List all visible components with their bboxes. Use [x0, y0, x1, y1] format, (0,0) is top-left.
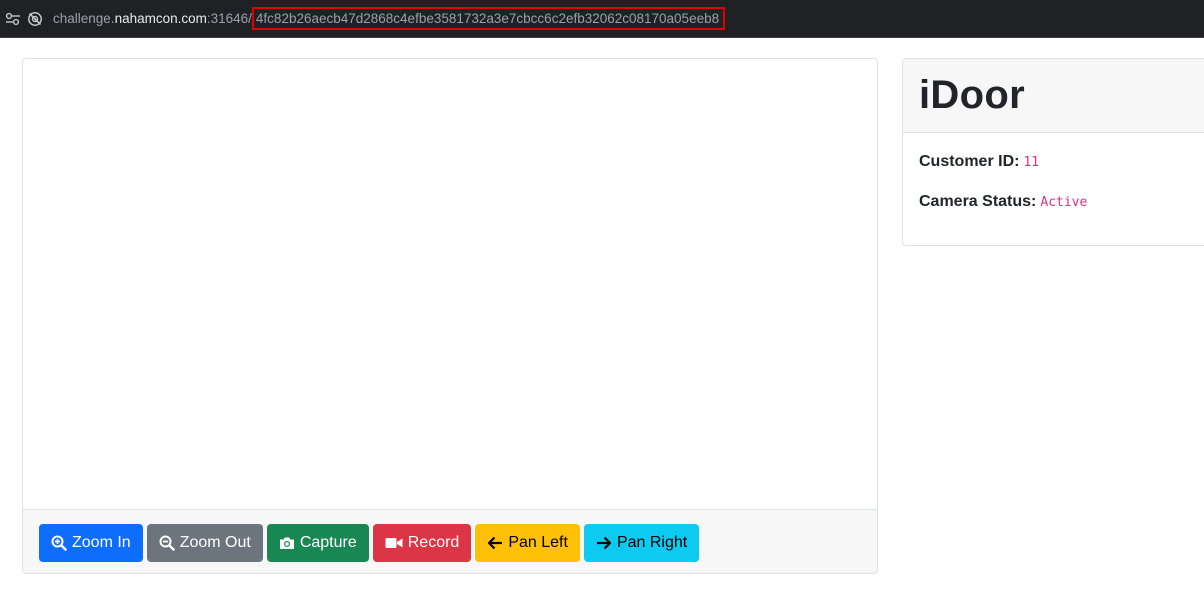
camera-icon	[279, 536, 295, 550]
zoom-in-label: Zoom In	[72, 533, 131, 551]
info-header: iDoor	[903, 59, 1204, 133]
zoom-in-button[interactable]: Zoom In	[39, 523, 143, 562]
camera-status-row: Camera Status: Active	[919, 193, 1204, 211]
arrow-right-icon	[596, 536, 612, 550]
info-card: iDoor Customer ID: 11 Camera Status: Act…	[902, 58, 1204, 246]
info-body: Customer ID: 11 Camera Status: Active	[903, 133, 1204, 245]
url-path-hash: 4fc82b26aecb47d2868c4efbe3581732a3e7cbcc…	[251, 7, 726, 30]
url-host: nahamcon.com	[114, 11, 207, 26]
camera-status-label: Camera Status:	[919, 193, 1037, 210]
camera-status-value: Active	[1040, 195, 1088, 210]
camera-card: Zoom In Zoom Out Capture Record Pan Left	[22, 58, 878, 574]
site-settings-icon[interactable]	[5, 12, 21, 26]
camera-controls: Zoom In Zoom Out Capture Record Pan Left	[23, 509, 877, 573]
pan-left-button[interactable]: Pan Left	[475, 523, 580, 562]
address-bar[interactable]: challenge. nahamcon.com:31646/4fc82b26aec…	[0, 0, 1204, 38]
customer-id-label: Customer ID:	[919, 153, 1020, 170]
arrow-left-icon	[487, 536, 503, 550]
url-text[interactable]: challenge. nahamcon.com:31646/4fc82b26aec…	[53, 7, 726, 30]
capture-label: Capture	[299, 533, 357, 551]
pan-right-label: Pan Right	[616, 533, 688, 551]
zoom-out-button[interactable]: Zoom Out	[146, 523, 263, 562]
record-button[interactable]: Record	[372, 523, 472, 562]
pan-left-label: Pan Left	[508, 533, 568, 551]
customer-id-value: 11	[1023, 155, 1040, 170]
capture-button[interactable]: Capture	[266, 523, 369, 562]
page-title: iDoor	[919, 73, 1025, 117]
url-port: :31646/	[206, 11, 252, 26]
camera-feed	[23, 59, 877, 509]
pan-right-button[interactable]: Pan Right	[583, 523, 700, 562]
tracking-off-icon[interactable]	[27, 11, 43, 27]
zoom-out-label: Zoom Out	[179, 533, 251, 551]
video-icon	[385, 536, 403, 550]
record-label: Record	[407, 533, 460, 551]
zoom-out-icon	[159, 535, 175, 551]
url-subdomain: challenge.	[53, 11, 115, 26]
customer-id-row: Customer ID: 11	[919, 153, 1204, 171]
zoom-in-icon	[51, 535, 67, 551]
